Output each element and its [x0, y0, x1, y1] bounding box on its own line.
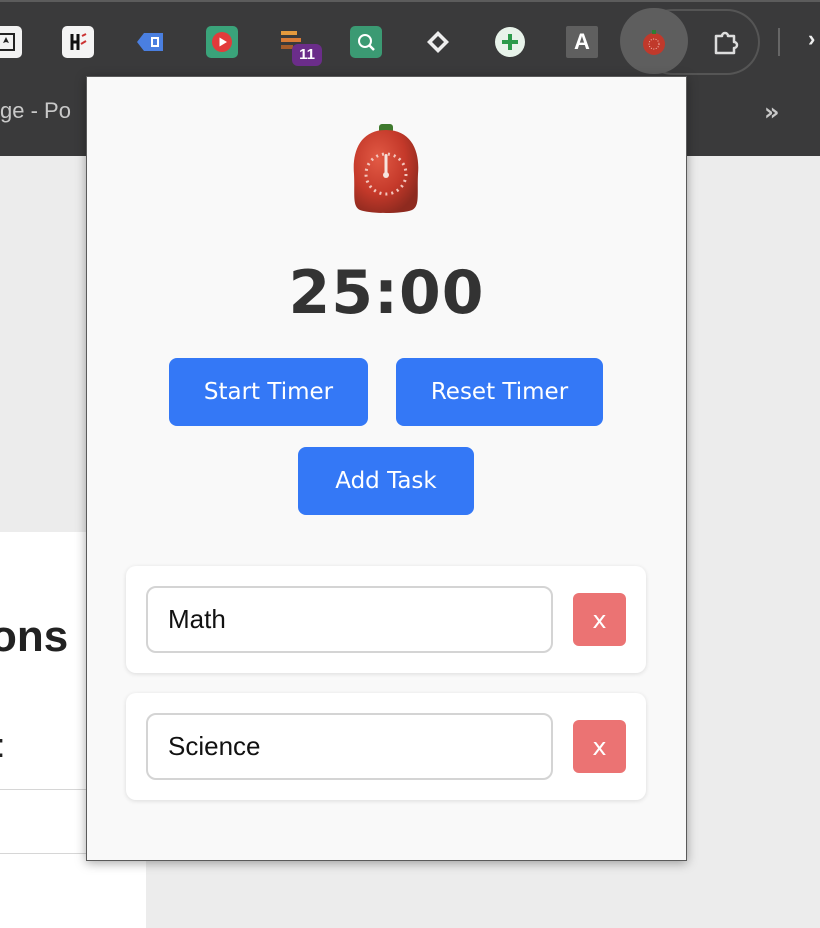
delete-task-button[interactable]: x — [573, 593, 626, 646]
a-extension-icon[interactable]: A — [566, 26, 598, 58]
overflow-edge-icon: › — [808, 26, 816, 51]
extension-6-icon[interactable] — [350, 26, 382, 58]
extension-3-icon[interactable] — [134, 26, 166, 58]
extension-1-icon[interactable] — [0, 26, 22, 58]
task-name-input[interactable] — [146, 586, 553, 653]
tomato-timer-extension-icon[interactable] — [638, 26, 670, 58]
bookmark-item[interactable]: ge - Po — [0, 98, 71, 124]
extension-badge: 11 — [292, 44, 322, 66]
toolbar-divider — [778, 28, 780, 56]
plus-extension-icon[interactable] — [494, 26, 526, 58]
extension-2-icon[interactable] — [62, 26, 94, 58]
page-text: : — [0, 727, 5, 766]
tomato-timer-icon — [346, 122, 426, 216]
youtube-extension-icon[interactable] — [206, 26, 238, 58]
browser-toolbar: 11 A › — [0, 0, 820, 78]
reset-timer-button[interactable]: Reset Timer — [396, 358, 603, 426]
page-heading: ons — [0, 612, 69, 661]
start-timer-button[interactable]: Start Timer — [169, 358, 368, 426]
extensions-puzzle-icon[interactable] — [710, 26, 742, 58]
task-name-input[interactable] — [146, 713, 553, 780]
add-task-button[interactable]: Add Task — [298, 447, 474, 515]
task-item: x — [126, 566, 646, 673]
timer-display: 25:00 — [288, 258, 485, 328]
task-item: x — [126, 693, 646, 800]
diamond-extension-icon[interactable] — [422, 26, 454, 58]
delete-task-button[interactable]: x — [573, 720, 626, 773]
bookmarks-overflow-icon[interactable]: » — [764, 98, 780, 126]
